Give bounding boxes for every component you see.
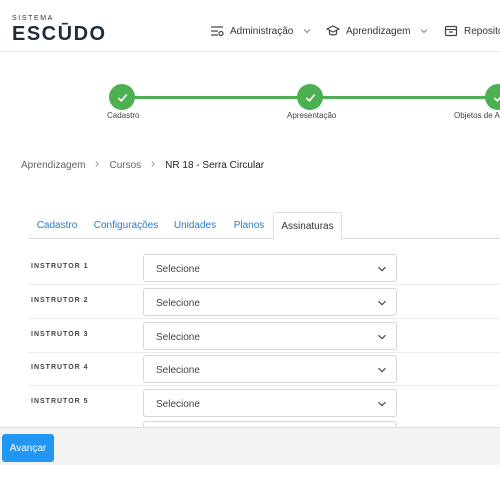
instructor-1-select[interactable]: Selecione [143,254,397,282]
step-label: Objetos de Ap [454,111,500,120]
course-tabs: Cadastro Configurações Unidades Planos A… [28,212,500,240]
chevron-down-icon [378,367,386,373]
chevron-right-icon [149,160,157,171]
tab-configuracoes[interactable]: Configurações [91,212,161,239]
select-value: Selecione [156,399,200,410]
breadcrumb: Aprendizagem Cursos NR 18 - Serra Circul… [21,160,264,171]
chevron-down-icon [419,26,429,36]
select-value: Selecione [156,298,200,309]
nav-administracao[interactable]: Administração [210,22,312,40]
nav-repositorio-label: Repositó [464,25,500,37]
instructor-label: INSTRUTOR 5 [31,398,89,405]
step-objetos[interactable] [485,84,500,110]
next-button[interactable]: Avançar [2,434,54,462]
step-cadastro[interactable] [109,84,135,110]
chevron-down-icon [378,266,386,272]
brand-logo-main: ESCŪDO [12,23,107,45]
instructor-4-select[interactable]: Selecione [143,355,397,383]
repository-icon [444,24,458,38]
step-apresentacao[interactable] [297,84,323,110]
brand-logo[interactable]: SISTEMA ESCŪDO [12,15,105,45]
progress-stepper: Cadastro Apresentação Objetos de Ap [0,78,500,128]
check-icon [305,93,315,102]
top-header: SISTEMA ESCŪDO Administração Aprendizage… [0,0,500,52]
chevron-down-icon [378,401,386,407]
step-connector [310,96,500,99]
breadcrumb-current: NR 18 - Serra Circular [165,160,265,171]
chevron-down-icon [378,300,386,306]
instructor-label: INSTRUTOR 4 [31,364,89,371]
instructor-row: INSTRUTOR 1 Selecione [28,251,500,285]
graduation-cap-icon [325,24,341,38]
breadcrumb-item-aprendizagem[interactable]: Aprendizagem [21,160,85,171]
instructor-5-select[interactable]: Selecione [143,389,397,417]
tab-cadastro[interactable]: Cadastro [28,212,86,239]
nav-aprendizagem[interactable]: Aprendizagem [325,22,429,40]
nav-aprendizagem-label: Aprendizagem [346,25,411,37]
settings-list-icon [210,24,224,38]
instructor-label: INSTRUTOR 1 [31,263,89,270]
step-label: Apresentação [287,111,337,120]
tab-unidades[interactable]: Unidades [168,212,222,239]
chevron-right-icon [93,160,101,171]
instructor-row: INSTRUTOR 2 Selecione [28,285,500,319]
footer-bar: Avançar [0,427,500,465]
step-connector [122,96,310,99]
nav-administracao-label: Administração [230,25,294,37]
check-icon [117,93,127,102]
select-value: Selecione [156,365,200,376]
breadcrumb-item-cursos[interactable]: Cursos [109,160,141,171]
instructor-row: INSTRUTOR 5 Selecione [28,386,500,420]
instructor-row: INSTRUTOR 3 Selecione [28,319,500,353]
chevron-down-icon [378,334,386,340]
instructor-row: INSTRUTOR 4 Selecione [28,352,500,386]
tab-planos[interactable]: Planos [228,212,270,239]
instructor-label: INSTRUTOR 3 [31,331,89,338]
instructor-2-select[interactable]: Selecione [143,288,397,316]
chevron-down-icon [302,26,312,36]
step-label: Cadastro [107,111,140,120]
check-icon [493,95,500,102]
tab-assinaturas[interactable]: Assinaturas [273,212,342,240]
instructor-label: INSTRUTOR 2 [31,297,89,304]
nav-repositorio[interactable]: Repositó [444,22,500,40]
instructor-3-select[interactable]: Selecione [143,322,397,350]
select-value: Selecione [156,332,200,343]
brand-logo-top: SISTEMA [12,15,54,22]
select-value: Selecione [156,264,200,275]
